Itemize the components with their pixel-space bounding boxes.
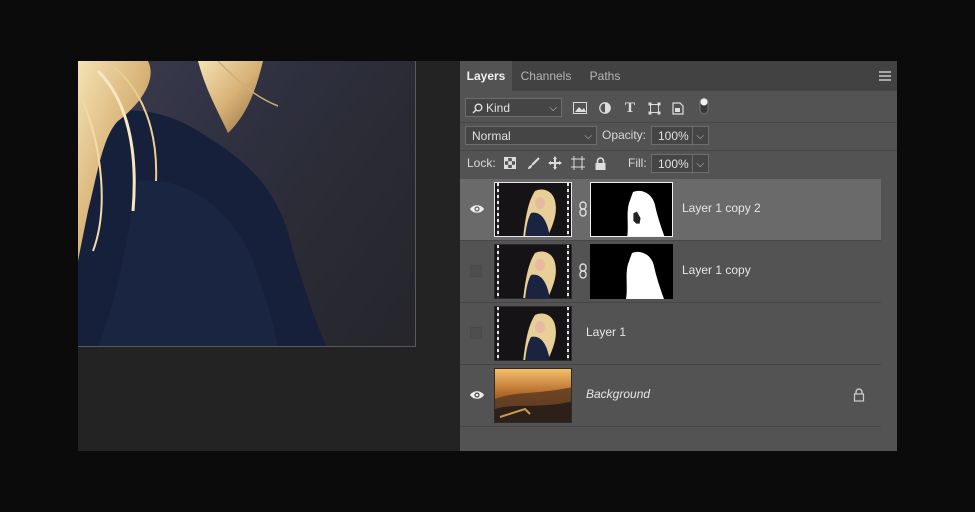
- tab-channels[interactable]: Channels: [512, 61, 580, 91]
- lock-artboard-icon[interactable]: [571, 156, 585, 170]
- image-filter-icon[interactable]: [572, 100, 588, 116]
- layer-row[interactable]: Layer 1 copy 2: [460, 179, 881, 241]
- smart-object-filter-icon[interactable]: [670, 100, 686, 116]
- lock-label: Lock:: [467, 156, 496, 170]
- layer-name[interactable]: Layer 1 copy: [682, 263, 751, 277]
- layer-row[interactable]: Layer 1 copy: [460, 241, 881, 303]
- eye-icon[interactable]: [469, 203, 485, 215]
- chevron-down-icon[interactable]: ⌵: [692, 155, 704, 174]
- layer-row[interactable]: Layer 1: [460, 303, 881, 365]
- layer-thumbnail[interactable]: [494, 306, 572, 361]
- blend-mode-value: Normal: [472, 129, 511, 143]
- shape-filter-icon[interactable]: [646, 100, 662, 116]
- lock-transparent-icon[interactable]: [503, 156, 517, 170]
- lock-all-icon[interactable]: [593, 156, 607, 170]
- link-icon[interactable]: [578, 263, 588, 279]
- lock-position-icon[interactable]: [548, 156, 562, 170]
- fill-label: Fill:: [628, 156, 647, 170]
- fill-value: 100%: [658, 157, 689, 171]
- layer-name[interactable]: Background: [586, 387, 650, 401]
- layer-thumbnail[interactable]: [494, 182, 572, 237]
- opacity-label: Opacity:: [602, 128, 647, 142]
- layers-panel: Layers Channels Paths Kind ⌵ T Normal ⌵ …: [460, 61, 897, 451]
- opacity-input[interactable]: 100% ⌵: [651, 126, 709, 146]
- type-filter-icon[interactable]: T: [622, 100, 638, 116]
- hamburger-icon[interactable]: [879, 71, 891, 81]
- filter-toggle-icon[interactable]: [696, 97, 712, 115]
- layer-name[interactable]: Layer 1: [586, 325, 626, 339]
- photoshop-workspace: Layers Channels Paths Kind ⌵ T Normal ⌵ …: [78, 61, 897, 451]
- layer-name[interactable]: Layer 1 copy 2: [682, 201, 761, 215]
- visibility-toggle[interactable]: [470, 265, 482, 277]
- kind-filter-label: Kind: [486, 101, 511, 115]
- layer-thumbnail[interactable]: [494, 368, 572, 423]
- chevron-down-icon: ⌵: [584, 131, 592, 142]
- layer-thumbnail[interactable]: [494, 244, 572, 299]
- tab-paths[interactable]: Paths: [580, 61, 630, 91]
- chevron-down-icon: ⌵: [549, 103, 557, 114]
- tab-layers[interactable]: Layers: [460, 61, 512, 91]
- document-canvas-area[interactable]: [78, 61, 460, 451]
- adjustment-filter-icon[interactable]: [597, 100, 613, 116]
- fill-input[interactable]: 100% ⌵: [651, 154, 709, 174]
- chevron-down-icon[interactable]: ⌵: [692, 127, 704, 146]
- link-icon[interactable]: [578, 201, 588, 217]
- eye-icon[interactable]: [469, 389, 485, 401]
- kind-filter-dropdown[interactable]: Kind ⌵: [465, 98, 562, 117]
- lock-icon[interactable]: [853, 388, 865, 402]
- opacity-value: 100%: [658, 129, 689, 143]
- layer-mask-thumbnail[interactable]: [590, 182, 673, 237]
- layer-mask-thumbnail[interactable]: [590, 244, 673, 299]
- search-icon: [472, 103, 483, 114]
- document-image[interactable]: [78, 61, 416, 347]
- lock-image-icon[interactable]: [526, 156, 540, 170]
- visibility-toggle[interactable]: [470, 327, 482, 339]
- layers-list: Layer 1 copy 2 Layer 1 copy Layer 1 Back…: [460, 179, 881, 451]
- layer-row[interactable]: Background: [460, 365, 881, 427]
- blend-mode-dropdown[interactable]: Normal ⌵: [465, 126, 597, 145]
- panel-tab-bar: Layers Channels Paths: [460, 61, 897, 91]
